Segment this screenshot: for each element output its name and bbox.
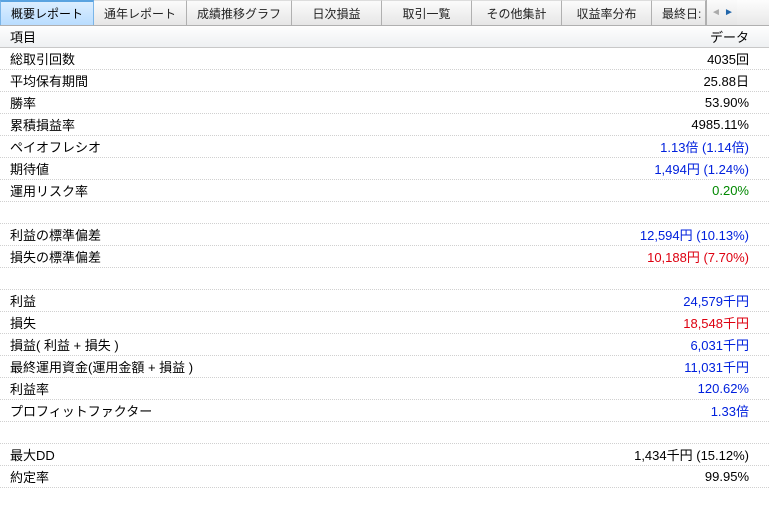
- row-label: ペイオフレシオ: [0, 137, 660, 156]
- tab-final-day[interactable]: 最終日:: [652, 0, 706, 25]
- row-value: 0.20%: [712, 183, 769, 198]
- tab-return-distribution[interactable]: 収益率分布: [562, 0, 652, 25]
- row-label: 期待値: [0, 159, 654, 178]
- tab-year-report[interactable]: 通年レポート: [94, 0, 187, 25]
- row-label: プロフィットファクター: [0, 401, 711, 420]
- row-value: 11,031千円: [684, 357, 769, 376]
- tab-daily-pl[interactable]: 日次損益: [292, 0, 382, 25]
- row-label: 最終運用資金(運用金額 + 損益 ): [0, 357, 684, 376]
- row-value: 1,434千円 (15.12%): [634, 445, 769, 464]
- tab-trade-list[interactable]: 取引一覧: [382, 0, 472, 25]
- row-label: 損失: [0, 313, 683, 332]
- table-row: ペイオフレシオ1.13倍 (1.14倍): [0, 136, 769, 158]
- row-value: 1,494円 (1.24%): [654, 159, 769, 178]
- spacer-row: [0, 268, 769, 290]
- tab-scroll-controls: ◄ ►: [706, 0, 737, 25]
- row-value: 4985.11%: [691, 117, 769, 132]
- row-value: 53.90%: [705, 95, 769, 110]
- row-label: 最大DD: [0, 445, 634, 464]
- row-label: 損益( 利益 + 損失 ): [0, 335, 690, 354]
- spacer-row: [0, 422, 769, 444]
- table-row: プロフィットファクター1.33倍: [0, 400, 769, 422]
- header-item-column: 項目: [0, 27, 710, 46]
- table-row: 勝率53.90%: [0, 92, 769, 114]
- table-row: 約定率99.95%: [0, 466, 769, 488]
- row-value: 6,031千円: [690, 335, 769, 354]
- row-label: 利益率: [0, 379, 698, 398]
- table-row: 総取引回数4035回: [0, 48, 769, 70]
- row-label: 利益: [0, 291, 683, 310]
- row-value: 25.88日: [703, 71, 769, 90]
- row-value: 10,188円 (7.70%): [647, 247, 769, 266]
- tab-performance-graph[interactable]: 成績推移グラフ: [187, 0, 292, 25]
- row-label: 総取引回数: [0, 49, 707, 68]
- tab-other-stats[interactable]: その他集計: [472, 0, 562, 25]
- table-row: 最大DD1,434千円 (15.12%): [0, 444, 769, 466]
- row-label: 平均保有期間: [0, 71, 703, 90]
- row-label: 累積損益率: [0, 115, 691, 134]
- table-row: 損失の標準偏差10,188円 (7.70%): [0, 246, 769, 268]
- tab-summary-report[interactable]: 概要レポート: [0, 0, 94, 25]
- row-label: 損失の標準偏差: [0, 247, 647, 266]
- table-header: 項目 データ: [0, 26, 769, 48]
- table-row: 損益( 利益 + 損失 )6,031千円: [0, 334, 769, 356]
- row-value: 24,579千円: [683, 291, 769, 310]
- table-row: 損失18,548千円: [0, 312, 769, 334]
- table-row: 利益率120.62%: [0, 378, 769, 400]
- row-value: 99.95%: [705, 469, 769, 484]
- tab-bar: 概要レポート 通年レポート 成績推移グラフ 日次損益 取引一覧 その他集計 収益…: [0, 0, 769, 26]
- row-value: 120.62%: [698, 381, 769, 396]
- table-row: 平均保有期間25.88日: [0, 70, 769, 92]
- tab-scroll-left-icon[interactable]: ◄: [709, 6, 722, 19]
- row-value: 1.13倍 (1.14倍): [660, 137, 769, 156]
- table-row: 利益24,579千円: [0, 290, 769, 312]
- spacer-row: [0, 202, 769, 224]
- row-value: 4035回: [707, 49, 769, 68]
- table-row: 運用リスク率0.20%: [0, 180, 769, 202]
- row-label: 運用リスク率: [0, 181, 712, 200]
- row-value: 12,594円 (10.13%): [640, 225, 769, 244]
- table-row: 累積損益率4985.11%: [0, 114, 769, 136]
- row-label: 約定率: [0, 467, 705, 486]
- row-value: 18,548千円: [683, 313, 769, 332]
- header-data-column: データ: [710, 27, 769, 46]
- row-value: 1.33倍: [711, 401, 769, 420]
- table-row: 期待値1,494円 (1.24%): [0, 158, 769, 180]
- row-label: 勝率: [0, 93, 705, 112]
- tab-scroll-right-icon[interactable]: ►: [722, 6, 735, 19]
- table-row: 利益の標準偏差12,594円 (10.13%): [0, 224, 769, 246]
- data-table-body: 総取引回数4035回平均保有期間25.88日勝率53.90%累積損益率4985.…: [0, 48, 769, 488]
- row-label: 利益の標準偏差: [0, 225, 640, 244]
- table-row: 最終運用資金(運用金額 + 損益 )11,031千円: [0, 356, 769, 378]
